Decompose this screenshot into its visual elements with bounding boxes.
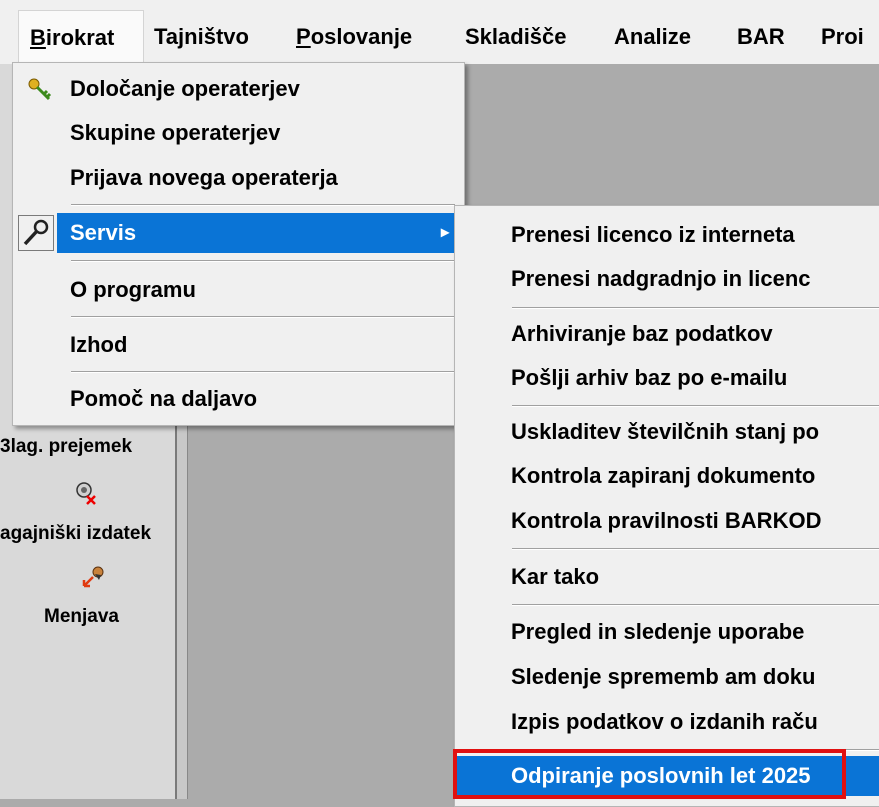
submenu-item-sledenje-sprememb[interactable]: Sledenje sprememb am doku [455,658,879,696]
menu-analize[interactable]: Analize [614,10,691,64]
submenu-item-label: Kar tako [511,564,600,589]
submenu-item-uskladitev[interactable]: Uskladitev številčnih stanj po [455,413,879,451]
submenu-separator [512,405,879,407]
submenu-item-label: Prenesi licenco iz interneta [511,222,795,247]
tool-blag-prejemek-label[interactable]: 3lag. prejemek [0,436,132,458]
menu-separator [71,316,455,318]
menu-proizvodnja[interactable]: Proi [821,10,864,64]
menu-item-servis[interactable]: Servis ▸ [13,213,464,253]
menu-separator [71,260,455,262]
menu-item-label: Izhod [70,332,128,357]
wrench-icon [18,215,54,251]
submenu-item-label: Kontrola zapiranj dokumento [511,463,816,488]
menu-item-o-programu[interactable]: O programu [13,270,464,310]
submenu-item-poslji-arhiv[interactable]: Pošlji arhiv baz po e-mailu [455,359,879,397]
menubar: Birokrat Tajništvo Poslovanje Skladišče … [0,10,879,64]
tool-blagajniski-izdatek-label[interactable]: agajniški izdatek [0,523,151,545]
menu-birokrat[interactable]: Birokrat [18,10,144,64]
menu-birokrat-label: Birokrat [30,25,115,50]
submenu-item-label: Uskladitev številčnih stanj po [511,419,820,444]
menu-tajnistvo-label: Tajništvo [154,24,249,49]
cash-expense-icon[interactable] [73,480,99,506]
menu-bar-label: BAR [737,24,785,49]
menu-item-label: O programu [70,277,196,302]
submenu-item-label: Arhiviranje baz podatkov [511,321,773,346]
submenu-item-label: Prenesi nadgradnjo in licenc [511,266,811,291]
annotation-highlight-box [453,749,846,799]
menu-poslovanje-label: Poslovanje [296,24,413,49]
menu-tajnistvo[interactable]: Tajništvo [154,10,249,64]
menu-separator [71,204,455,206]
exchange-icon[interactable] [81,564,107,590]
menu-bar[interactable]: BAR [737,10,785,64]
submenu-arrow-icon: ▸ [441,224,450,241]
submenu-separator [512,307,879,309]
menu-separator [71,371,455,373]
menu-item-dolocanje-operaterjev[interactable]: Določanje operaterjev [13,69,464,109]
submenu-item-izpis-podatkov[interactable]: Izpis podatkov o izdanih raču [455,703,879,741]
submenu-item-label: Izpis podatkov o izdanih raču [511,709,818,734]
tool-menjava-label[interactable]: Menjava [44,606,119,628]
window-top-strip [0,0,879,10]
submenu-item-kar-tako[interactable]: Kar tako [455,558,879,596]
menu-analize-label: Analize [614,24,692,49]
menu-item-label: Prijava novega operaterja [70,165,338,190]
menu-proizvodnja-label: Proi [821,24,864,49]
menu-item-label: Skupine operaterjev [70,120,281,145]
menu-poslovanje[interactable]: Poslovanje [296,10,412,64]
menu-item-skupine-operaterjev[interactable]: Skupine operaterjev [13,113,464,153]
menu-skladisce-label: Skladišče [465,24,567,49]
submenu-item-label: Pošlji arhiv baz po e-mailu [511,365,788,390]
menu-item-label: Določanje operaterjev [70,76,300,101]
submenu-separator [512,604,879,606]
menu-skladisce[interactable]: Skladišče [465,10,567,64]
submenu-item-label: Pregled in sledenje uporabe [511,619,805,644]
submenu-item-pregled-sledenje[interactable]: Pregled in sledenje uporabe [455,613,879,651]
submenu-item-kontrola-barkod[interactable]: Kontrola pravilnosti BARKOD [455,502,879,540]
submenu-item-label: Kontrola pravilnosti BARKOD [511,508,822,533]
submenu-item-arhiviranje[interactable]: Arhiviranje baz podatkov [455,315,879,353]
submenu-item-kontrola-zapiranj[interactable]: Kontrola zapiranj dokumento [455,457,879,495]
menu-item-pomoc-na-daljavo[interactable]: Pomoč na daljavo [13,379,464,419]
submenu-item-prenesi-licenco[interactable]: Prenesi licenco iz interneta [455,216,879,254]
menu-item-izhod[interactable]: Izhod [13,325,464,365]
birokrat-dropdown-menu: Določanje operaterjev Skupine operaterje… [12,62,465,426]
servis-submenu: Prenesi licenco iz interneta Prenesi nad… [454,205,879,807]
submenu-separator [512,548,879,550]
menu-item-label: Servis [70,220,137,245]
submenu-item-prenesi-nadgradnjo[interactable]: Prenesi nadgradnjo in licenc [455,260,879,298]
submenu-item-label: Sledenje sprememb am doku [511,664,816,689]
menu-item-prijava-novega-operaterja[interactable]: Prijava novega operaterja [13,158,464,198]
key-icon [27,76,53,102]
menu-item-label: Pomoč na daljavo [70,386,258,411]
